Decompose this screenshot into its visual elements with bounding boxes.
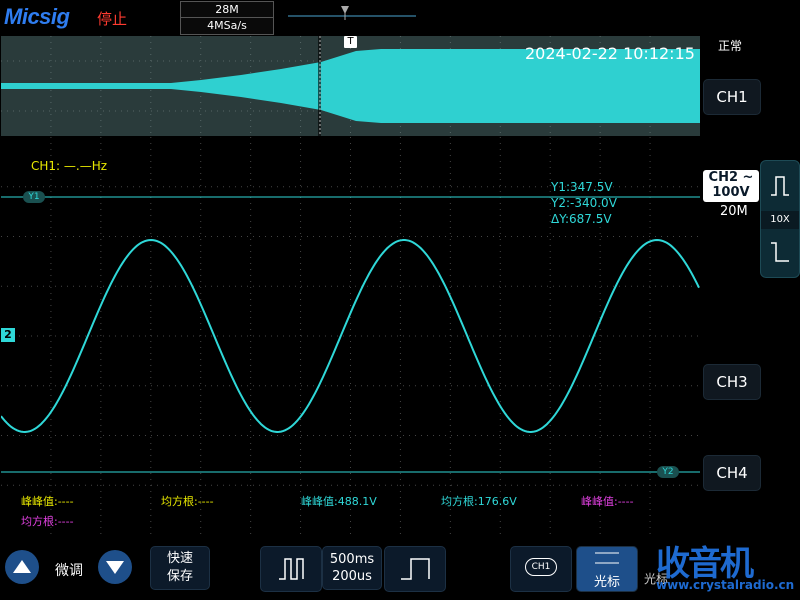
ch1-select-button[interactable]: CH1 [510, 546, 572, 592]
ch2-button[interactable]: CH2 ~ 100V [703, 170, 759, 202]
ch1-chip-icon: CH1 [525, 558, 557, 576]
cursor-y1-value: Y1:347.5V [551, 180, 613, 194]
meas-ch3-rms[interactable]: 均方根:---- [21, 513, 74, 529]
ch2-scale: 100V [712, 185, 750, 200]
ch3-button[interactable]: CH3 [703, 364, 761, 400]
ch2-bandwidth: 20M [720, 204, 748, 219]
probe-ratio[interactable]: 10X [761, 211, 799, 229]
cursor-label: 光标 [593, 575, 620, 590]
trigger-marker: T [344, 36, 357, 48]
ch4-button[interactable]: CH4 [703, 455, 761, 491]
trigger-mode[interactable]: 正常 [718, 37, 742, 54]
meas-ch2-vpp[interactable]: 峰峰值:488.1V [301, 493, 377, 509]
run-status[interactable]: 停止 [97, 8, 127, 29]
brand-logo: Micsig [4, 4, 70, 29]
pulse-button-left[interactable] [260, 546, 322, 592]
timebase-control[interactable]: 500ms 200us [322, 546, 382, 590]
meas-ch1-rms[interactable]: 均方根:---- [161, 493, 214, 509]
cursor-lines-icon [595, 552, 619, 564]
cursor-button[interactable]: 光标 [576, 546, 638, 592]
up-button[interactable] [5, 550, 39, 584]
quick-save-button[interactable]: 快速 保存 [150, 546, 210, 590]
down-button[interactable] [98, 550, 132, 584]
cursor-delta-value: ΔY:687.5V [551, 212, 612, 226]
timebase-main: 500ms [329, 552, 375, 567]
pulse-icon [279, 558, 304, 580]
meas-ch2-rms[interactable]: 均方根:176.6V [441, 493, 517, 509]
ch2-level-marker[interactable]: 2 [1, 328, 15, 342]
pulse-up-icon[interactable] [770, 175, 790, 197]
cursor-y1-tag[interactable]: Y1 [23, 191, 45, 203]
cursor-y2-tag[interactable]: Y2 [657, 466, 679, 478]
fine-adjust-label[interactable]: 微调 [55, 560, 83, 580]
cursor-y2-value: Y2:-340.0V [551, 196, 617, 210]
coupling-icon: ~ [742, 170, 754, 185]
probe-panel[interactable]: 10X [760, 160, 800, 278]
step-icon [401, 558, 430, 580]
sample-rate: 4MSa/s [207, 19, 247, 32]
pulse-down-icon[interactable] [770, 241, 790, 263]
timebase-zoom: 200us [332, 569, 372, 584]
meas-ch3-vpp[interactable]: 峰峰值:---- [581, 493, 634, 509]
meas-ch1-vpp[interactable]: 峰峰值:---- [21, 493, 74, 509]
trigger-position-bar[interactable] [288, 4, 416, 24]
arrow-up-icon [13, 560, 31, 573]
memory-depth: 28M [215, 3, 239, 16]
quick-save-line1: 快速 [166, 551, 193, 566]
waveform-display[interactable]: CH1: —.—Hz Y1 Y2 Y1:347.5V Y2:-340.0V ΔY… [0, 137, 700, 535]
datetime: 2024-02-22 10:12:15 [525, 44, 695, 63]
memory-overview[interactable]: T 2024-02-22 10:12:15 [1, 36, 700, 136]
ch2-name: CH2 [708, 170, 739, 185]
cursor-readout: Y1:347.5V Y2:-340.0V ΔY:687.5V [551, 179, 617, 227]
acquisition-info[interactable]: 28M 4MSa/s [180, 1, 274, 35]
pulse-button-right[interactable] [384, 546, 446, 592]
quick-save-line2: 保存 [166, 569, 193, 584]
watermark-url: www.crystalradio.cn [656, 578, 795, 592]
ch1-frequency: CH1: —.—Hz [31, 159, 108, 173]
ch1-button[interactable]: CH1 [703, 79, 761, 115]
arrow-down-icon [106, 561, 124, 574]
